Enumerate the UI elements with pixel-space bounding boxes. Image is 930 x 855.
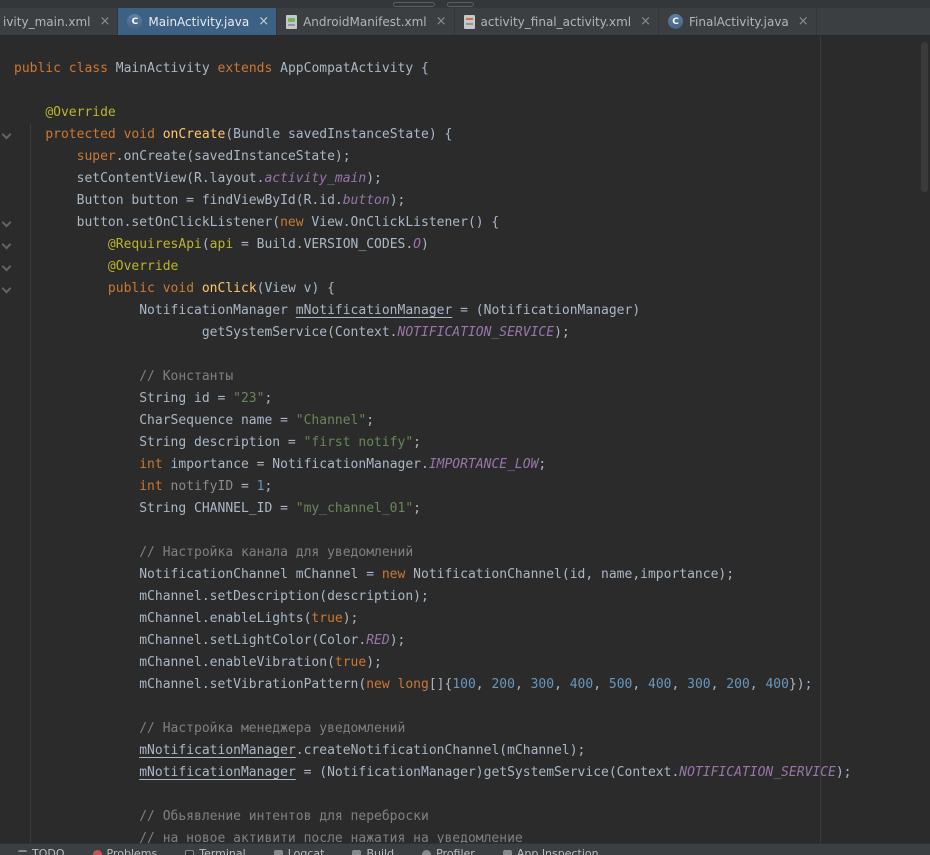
code-line: getSystemService(Context.NOTIFICATION_SE… xyxy=(14,322,930,344)
editor-tab-bar: ivity_main.xml×CMainActivity.java×Androi… xyxy=(0,8,930,36)
code-line: mNotificationManager.createNotificationC… xyxy=(14,740,930,762)
tool-window-button-problems[interactable]: Problems xyxy=(93,844,158,855)
tool-window-button-terminal[interactable]: Terminal xyxy=(185,844,246,855)
tool-window-button-logcat[interactable]: Logcat xyxy=(274,844,325,855)
code-line: NotificationChannel mChannel = new Notif… xyxy=(14,564,930,586)
cropped-toolbar xyxy=(0,0,930,8)
code-line: String CHANNEL_ID = "my_channel_01"; xyxy=(14,498,930,520)
code-line: mChannel.setVibrationPattern(new long[]{… xyxy=(14,674,930,696)
cropped-toolbar-control xyxy=(447,2,474,7)
code-line: public void onClick(View v) { xyxy=(14,278,930,300)
todo-icon xyxy=(18,850,27,855)
tool-window-button-app-inspection[interactable]: App Inspection xyxy=(503,844,599,855)
code-line: @Override xyxy=(14,102,930,124)
code-line xyxy=(14,784,930,806)
code-line: int importance = NotificationManager.IMP… xyxy=(14,454,930,476)
code-line: super.onCreate(savedInstanceState); xyxy=(14,146,930,168)
tab-androidmanifest-xml[interactable]: AndroidManifest.xml × xyxy=(277,8,454,35)
code-line: mChannel.setDescription(description); xyxy=(14,586,930,608)
code-line: int notifyID = 1; xyxy=(14,476,930,498)
code-line: setContentView(R.layout.activity_main); xyxy=(14,168,930,190)
code-line: public class MainActivity extends AppCom… xyxy=(14,58,930,80)
tab-ivity-main-xml[interactable]: ivity_main.xml × xyxy=(0,8,118,35)
tool-window-bar: TODO Problems Terminal Logcat Build Profiler A… xyxy=(0,843,930,855)
code-line: mNotificationManager = (NotificationMana… xyxy=(14,762,930,784)
code-area[interactable]: public class MainActivity extends AppCom… xyxy=(0,36,930,843)
code-line: CharSequence name = "Channel"; xyxy=(14,410,930,432)
tool-window-label: App Inspection xyxy=(517,847,599,855)
code-line: Button button = findViewById(R.id.button… xyxy=(14,190,930,212)
code-line: // на новое активити после нажатия на ув… xyxy=(14,828,930,843)
logcat-icon xyxy=(274,850,283,855)
code-line: String description = "first notify"; xyxy=(14,432,930,454)
code-line: @RequiresApi(api = Build.VERSION_CODES.O… xyxy=(14,234,930,256)
tool-window-label: TODO xyxy=(32,847,65,855)
java-class-icon: C xyxy=(127,14,142,29)
fold-marker-icon[interactable] xyxy=(2,284,12,294)
tool-window-label: Logcat xyxy=(288,847,325,855)
tab-mainactivity-java[interactable]: C MainActivity.java × xyxy=(118,8,277,35)
fold-marker-icon[interactable] xyxy=(2,218,12,228)
fold-marker-icon[interactable] xyxy=(2,130,12,140)
scrollbar[interactable] xyxy=(921,42,928,192)
tab-close-icon[interactable]: × xyxy=(640,15,651,28)
tool-window-label: Build xyxy=(366,847,394,855)
editor[interactable]: public class MainActivity extends AppCom… xyxy=(0,36,930,843)
tab-label: MainActivity.java xyxy=(148,15,249,29)
fold-marker-icon[interactable] xyxy=(2,240,12,250)
tool-window-button-build[interactable]: Build xyxy=(352,844,394,855)
code-line: mChannel.enableLights(true); xyxy=(14,608,930,630)
tab-label: AndroidManifest.xml xyxy=(303,15,427,29)
manifest-file-icon xyxy=(286,15,297,29)
tool-window-label: Problems xyxy=(107,847,158,855)
problems-icon xyxy=(93,850,102,855)
code-line: button.setOnClickListener(new View.OnCli… xyxy=(14,212,930,234)
tab-close-icon[interactable]: × xyxy=(436,15,447,28)
tab-close-icon[interactable]: × xyxy=(798,15,809,28)
gutter xyxy=(0,36,14,843)
code-line xyxy=(14,520,930,542)
code-line: // Константы xyxy=(14,366,930,388)
tab-label: activity_final_activity.xml xyxy=(481,15,632,29)
code-line: NotificationManager mNotificationManager… xyxy=(14,300,930,322)
tab-label: ivity_main.xml xyxy=(3,15,91,29)
code-line: // Обьявление интентов для переброски xyxy=(14,806,930,828)
app-inspection-icon xyxy=(503,850,512,855)
code-line xyxy=(14,80,930,102)
code-line xyxy=(14,344,930,366)
tool-window-button-todo[interactable]: TODO xyxy=(18,844,65,855)
cropped-toolbar-control xyxy=(393,2,435,7)
code-line: mChannel.enableVibration(true); xyxy=(14,652,930,674)
tab-close-icon[interactable]: × xyxy=(100,15,111,28)
code-line: // Настройка канала для уведомлений xyxy=(14,542,930,564)
java-class-icon: C xyxy=(668,14,683,29)
tool-window-label: Terminal xyxy=(199,847,246,855)
tab-close-icon[interactable]: × xyxy=(258,15,269,28)
terminal-icon xyxy=(185,850,194,855)
tab-label: FinalActivity.java xyxy=(689,15,789,29)
code-line xyxy=(14,696,930,718)
tool-window-label: Profiler xyxy=(436,847,475,855)
build-icon xyxy=(352,850,361,855)
tool-window-button-profiler[interactable]: Profiler xyxy=(422,844,475,855)
code-line: protected void onCreate(Bundle savedInst… xyxy=(14,124,930,146)
code-line: mChannel.setLightColor(Color.RED); xyxy=(14,630,930,652)
tab-finalactivity-java[interactable]: C FinalActivity.java × xyxy=(659,8,817,35)
xml-file-icon xyxy=(464,15,475,29)
profiler-icon xyxy=(422,850,431,855)
code-line: // Настройка менеджера уведомлений xyxy=(14,718,930,740)
code-line: String id = "23"; xyxy=(14,388,930,410)
fold-marker-icon[interactable] xyxy=(2,262,12,272)
code-line: @Override xyxy=(14,256,930,278)
tab-activity-final-activity-xml[interactable]: activity_final_activity.xml × xyxy=(455,8,659,35)
android-studio-window: ivity_main.xml×CMainActivity.java×Androi… xyxy=(0,0,930,855)
